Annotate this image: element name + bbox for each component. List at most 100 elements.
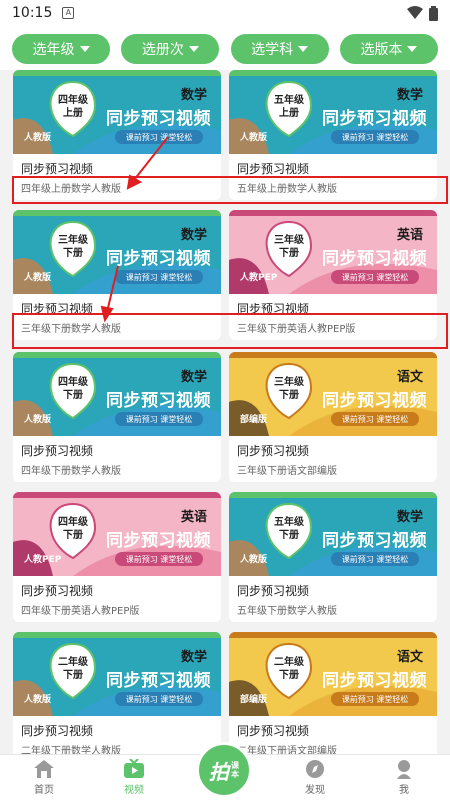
- nav-me[interactable]: 我: [374, 759, 434, 799]
- volume-label: 下册: [279, 530, 299, 541]
- status-time: 10:15: [12, 5, 53, 21]
- grade-label: 四年级: [58, 377, 88, 388]
- card-title: 同步预习视频: [21, 162, 94, 176]
- filter-label: 选学科: [251, 42, 294, 58]
- edition-label: 人教PEP: [24, 555, 62, 565]
- grade-badge: 三年级 下册: [265, 364, 313, 414]
- subject-label: 数学: [180, 88, 207, 103]
- grade-badge: 四年级 上册: [49, 82, 97, 132]
- grade-label: 三年级: [58, 235, 88, 246]
- subject-label: 数学: [180, 370, 207, 385]
- grade-label: 五年级: [274, 517, 304, 528]
- grade-badge: 三年级 下册: [49, 222, 97, 272]
- video-thumbnail[interactable]: 四年级 下册 数学 同步预习视频 课前预习 课堂轻松 人教版: [13, 352, 221, 436]
- video-thumbnail[interactable]: 三年级 下册 数学 同步预习视频 课前预习 课堂轻松 人教版: [13, 210, 221, 294]
- nav-label: 我: [399, 785, 409, 796]
- thumbnail-heading: 同步预习视频: [106, 391, 211, 411]
- video-thumbnail[interactable]: 三年级 下册 语文 同步预习视频 课前预习 课堂轻松 部编版: [229, 352, 437, 436]
- video-thumbnail[interactable]: 二年级下册 语文同步预习视频 课前预习 课堂轻松 部编版: [229, 632, 437, 716]
- grade-badge: 三年级 下册: [265, 222, 313, 272]
- edition-label: 人教PEP: [240, 273, 278, 283]
- edition-label: 人教版: [240, 133, 268, 143]
- card-title: 同步预习视频: [21, 444, 94, 458]
- tagline-pill: 课前预习 课堂轻松: [115, 130, 203, 144]
- filter-label: 选年级: [32, 42, 75, 58]
- snap-scan-label: 拍: [209, 759, 229, 784]
- thumbnail-heading: 同步预习视频: [106, 109, 211, 129]
- card-title: 同步预习视频: [21, 724, 94, 738]
- edition-label: 部编版: [240, 695, 268, 705]
- filter-volume-button[interactable]: 选册次: [121, 34, 220, 64]
- tagline-pill: 课前预习 课堂轻松: [331, 270, 419, 284]
- nav-home[interactable]: 首页: [14, 759, 74, 799]
- thumbnail-heading: 同步预习视频: [106, 531, 211, 551]
- app-root: 10:15 A 选年级 选册次 选学科 选版本 四年级 上册 数学 同步预习视频 课前预…: [0, 0, 450, 800]
- video-card[interactable]: 四年级 下册 英语 同步预习视频 课前预习 课堂轻松 人教PEP 同步预习视频四年级下册英语…: [13, 492, 221, 622]
- battery-icon: [429, 5, 438, 21]
- video-thumbnail[interactable]: 三年级 下册 英语 同步预习视频 课前预习 课堂轻松 人教PEP: [229, 210, 437, 294]
- card-description: 四年级下册数学人教版: [21, 466, 121, 477]
- edition-label: 人教版: [24, 273, 52, 283]
- volume-label: 下册: [63, 390, 83, 401]
- card-description: 二年级下册语文部编版: [237, 746, 337, 754]
- volume-label: 下册: [63, 530, 83, 541]
- card-description: 三年级下册语文部编版: [237, 466, 337, 477]
- video-card[interactable]: 二年级 下册 数学 同步预习视频 课前预习 课堂轻松 人教版 同步预习视频 二年级下册数学人教…: [13, 632, 221, 754]
- grade-badge: 五年级 下册: [265, 504, 313, 554]
- volume-label: 下册: [279, 390, 299, 401]
- grade-badge: 二年级 下册: [265, 644, 313, 694]
- tagline-pill: 课前预习 课堂轻松: [115, 270, 203, 284]
- video-card[interactable]: 二年级 下册 语文 同步预习视频 课前预习 课堂轻松 部编版 同步预习视频 二年级下册语文部编…: [229, 632, 437, 754]
- video-grid[interactable]: 四年级 上册 数学 同步预习视频 课前预习 课堂轻松 人教版 同步预习视频 四年级上册数学人教…: [0, 70, 450, 754]
- thumbnail-heading: 同步预习视频: [106, 671, 211, 691]
- tagline-pill: 课前预习 课堂轻松: [331, 692, 419, 706]
- video-thumbnail[interactable]: 四年级 下册 英语 同步预习视频 课前预习 课堂轻松 人教PEP: [13, 492, 221, 576]
- grade-label: 四年级: [58, 95, 88, 106]
- caret-down-icon: [79, 46, 90, 52]
- grade-label: 三年级: [274, 235, 304, 246]
- video-thumbnail[interactable]: 二年级 下册 数学 同步预习视频 课前预习 课堂轻松 人教版: [13, 632, 221, 716]
- subject-label: 数学: [180, 650, 207, 665]
- video-card[interactable]: 四年级 下册 数学 同步预习视频 课前预习 课堂轻松 人教版 同步预习视频 四年级下册数学人教…: [13, 352, 221, 482]
- card-title: 同步预习视频: [237, 162, 310, 176]
- filter-grade-button[interactable]: 选年级: [12, 34, 110, 64]
- card-title: 同步预习视频: [237, 584, 310, 598]
- nav-label: 视频: [124, 785, 144, 796]
- nav-video[interactable]: 视频: [104, 759, 164, 799]
- video-card[interactable]: 三年级 下册 语文 同步预习视频 课前预习 课堂轻松 部编版 同步预习视频 三年级下册语文部编…: [229, 352, 437, 482]
- home-icon: [34, 760, 54, 778]
- subject-label: 数学: [180, 228, 207, 243]
- nav-discover[interactable]: 发现: [285, 759, 345, 799]
- video-thumbnail[interactable]: 五年级 下册 数学 同步预习视频 课前预习 课堂轻松 人教版: [229, 492, 437, 576]
- snap-scan-sub: 课本: [231, 761, 239, 779]
- video-thumbnail[interactable]: 五年级 上册 数学 同步预习视频 课前预习 课堂轻松 人教版: [229, 70, 437, 154]
- volume-label: 下册: [279, 670, 299, 681]
- highlight-box: [12, 176, 448, 204]
- grade-label: 二年级: [274, 657, 304, 668]
- edition-label: 人教版: [240, 555, 268, 565]
- volume-label: 下册: [279, 248, 299, 259]
- snap-scan-button[interactable]: 拍 课本: [196, 742, 252, 798]
- nav-label: 发现: [305, 785, 325, 796]
- thumbnail-heading: 同步预习视频: [322, 671, 427, 691]
- subject-label: 语文: [396, 370, 423, 385]
- volume-label: 下册: [63, 670, 83, 681]
- edition-label: 人教版: [24, 695, 52, 705]
- card-description: 四年级下册英语人教PEP版: [21, 606, 140, 617]
- status-bar: 10:15 A: [0, 0, 450, 26]
- subject-label: 语文: [396, 650, 423, 665]
- filter-label: 选册次: [141, 42, 184, 58]
- thumbnail-heading: 同步预习视频: [322, 249, 427, 269]
- tagline-pill: 课前预习 课堂轻松: [331, 552, 419, 566]
- video-thumbnail[interactable]: 四年级 上册 数学 同步预习视频 课前预习 课堂轻松 人教版: [13, 70, 221, 154]
- filter-bar: 选年级 选册次 选学科 选版本: [0, 26, 450, 70]
- filter-label: 选版本: [360, 42, 403, 58]
- filter-edition-button[interactable]: 选版本: [339, 34, 438, 64]
- thumbnail-heading: 同步预习视频: [322, 109, 427, 129]
- compass-icon: [306, 760, 324, 778]
- volume-label: 上册: [63, 108, 83, 119]
- filter-subject-button[interactable]: 选学科: [230, 34, 329, 64]
- subject-label: 数学: [396, 88, 423, 103]
- video-card[interactable]: 五年级 下册 数学 同步预习视频 课前预习 课堂轻松 人教版 同步预习视频 五年级下册数学人教…: [229, 492, 437, 622]
- grade-badge: 四年级 下册: [49, 504, 97, 554]
